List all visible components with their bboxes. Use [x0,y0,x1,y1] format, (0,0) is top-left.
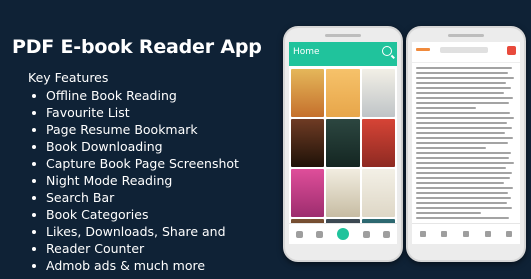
book-cover[interactable] [326,69,360,117]
feature-item: Favourite List [32,104,239,121]
book-cover[interactable] [361,69,395,117]
features-heading: Key Features [28,70,109,85]
feature-list: Offline Book Reading Favourite List Page… [32,87,239,274]
phone-mockup-reader [406,26,526,262]
feature-item: Admob ads & much more [32,257,239,274]
feature-item: Search Bar [32,189,239,206]
book-cover[interactable] [361,169,395,217]
promo-banner: PDF E-book Reader App Key Features Offli… [0,0,531,279]
feature-item: Night Mode Reading [32,172,239,189]
book-cover[interactable] [326,119,360,167]
settings-nav-icon[interactable] [383,230,391,238]
app-bar: Home [289,42,397,66]
feature-item: Reader Counter [32,240,239,257]
search-icon[interactable] [382,46,392,56]
reader-top-bar [412,42,520,63]
category-nav-icon[interactable] [316,230,324,238]
more-icon[interactable] [506,231,513,237]
bottom-nav [289,223,397,244]
library-screen: Home [289,42,397,244]
phone-notch [448,34,484,37]
feature-item: Capture Book Page Screenshot [32,155,239,172]
reader-menu-icon[interactable] [507,46,516,55]
share-icon[interactable] [484,231,491,237]
library-nav-icon[interactable] [295,230,303,238]
book-cover[interactable] [361,119,395,167]
feature-item: Offline Book Reading [32,87,239,104]
book-cover[interactable] [291,169,325,217]
reader-title-placeholder [440,47,488,53]
screenshot-icon[interactable] [462,231,469,237]
phone-mockup-library: Home [283,26,403,262]
back-icon[interactable] [416,48,430,51]
app-bar-title: Home [293,47,320,57]
banner-title: PDF E-book Reader App [12,36,262,58]
feature-item: Page Resume Bookmark [32,121,239,138]
night-mode-icon[interactable] [441,231,448,237]
book-cover[interactable] [291,69,325,117]
reader-bottom-bar [412,223,520,244]
book-cover[interactable] [291,119,325,167]
feature-item: Book Categories [32,206,239,223]
book-cover[interactable] [326,169,360,217]
home-nav-icon[interactable] [336,228,349,240]
page-text [416,67,516,222]
phone-notch [325,34,361,37]
feature-item: Book Downloading [32,138,239,155]
feature-item: Likes, Downloads, Share and [32,223,239,240]
reader-screen [412,42,520,244]
book-grid [291,69,395,244]
bookmark-icon[interactable] [419,231,426,237]
favorite-nav-icon[interactable] [362,230,370,238]
